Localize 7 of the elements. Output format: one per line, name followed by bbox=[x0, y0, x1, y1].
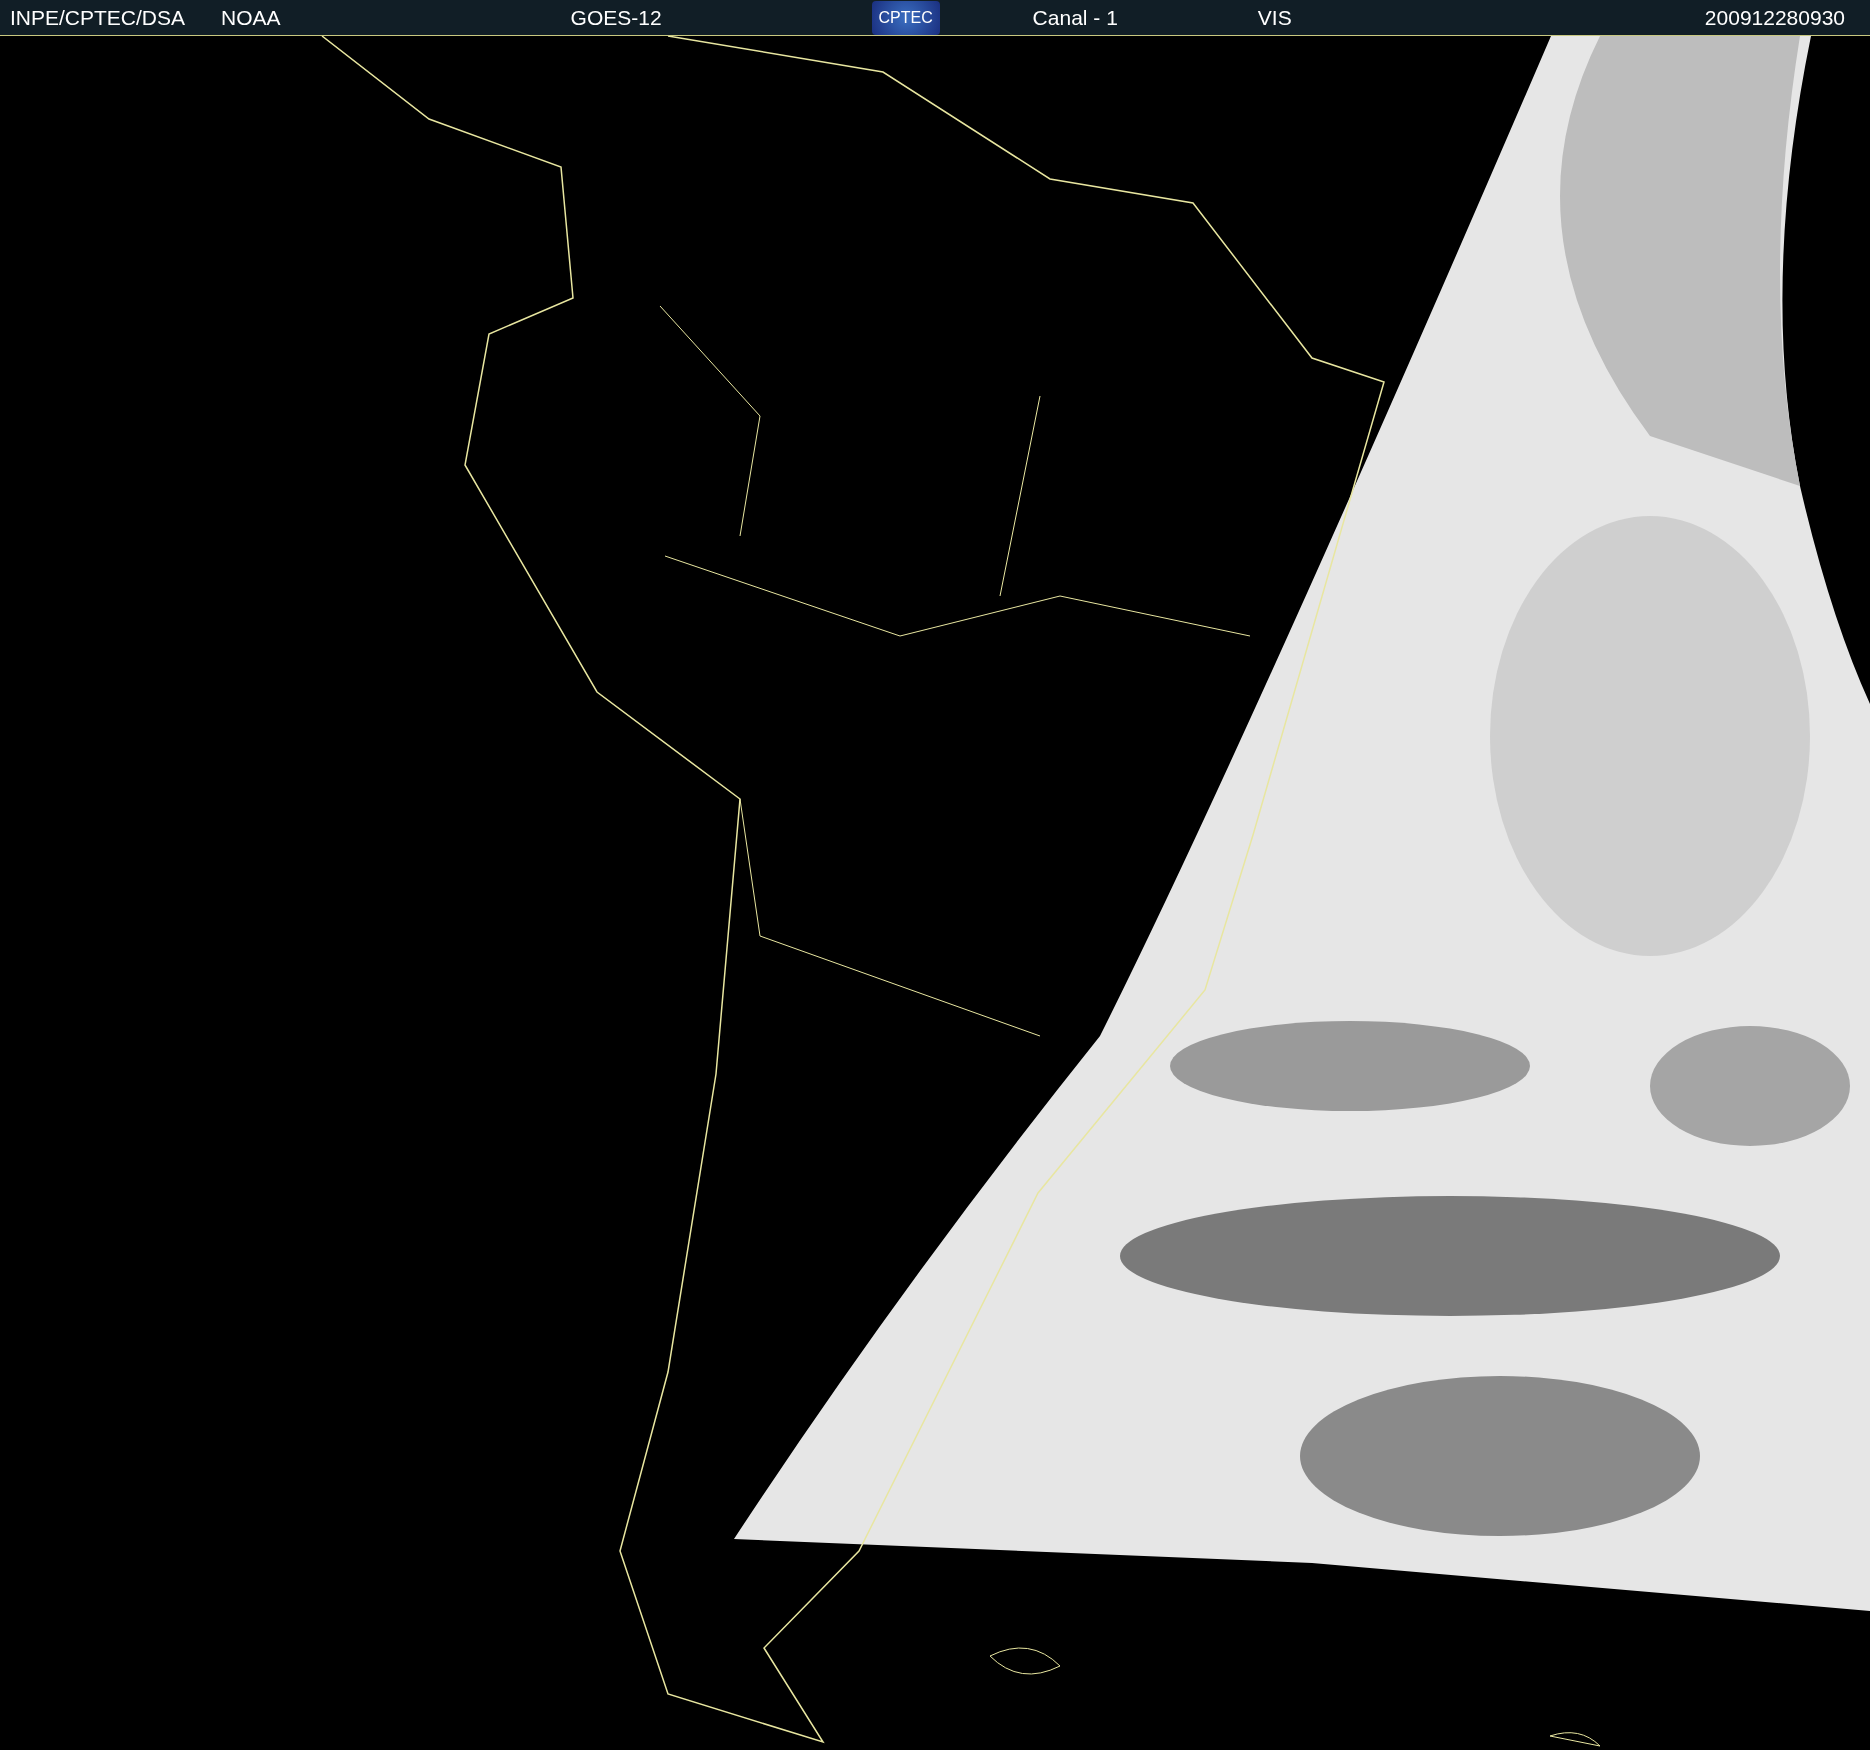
timestamp-label: 200912280930 bbox=[1704, 5, 1845, 30]
source-label: INPE/CPTEC/DSA bbox=[10, 5, 186, 30]
satellite-label: GOES-12 bbox=[570, 5, 662, 30]
channel-label: Canal - 1 bbox=[1032, 5, 1118, 30]
logo: CPTEC bbox=[871, 0, 940, 35]
agency-label: NOAA bbox=[221, 5, 281, 30]
band-label: VIS bbox=[1257, 5, 1292, 30]
